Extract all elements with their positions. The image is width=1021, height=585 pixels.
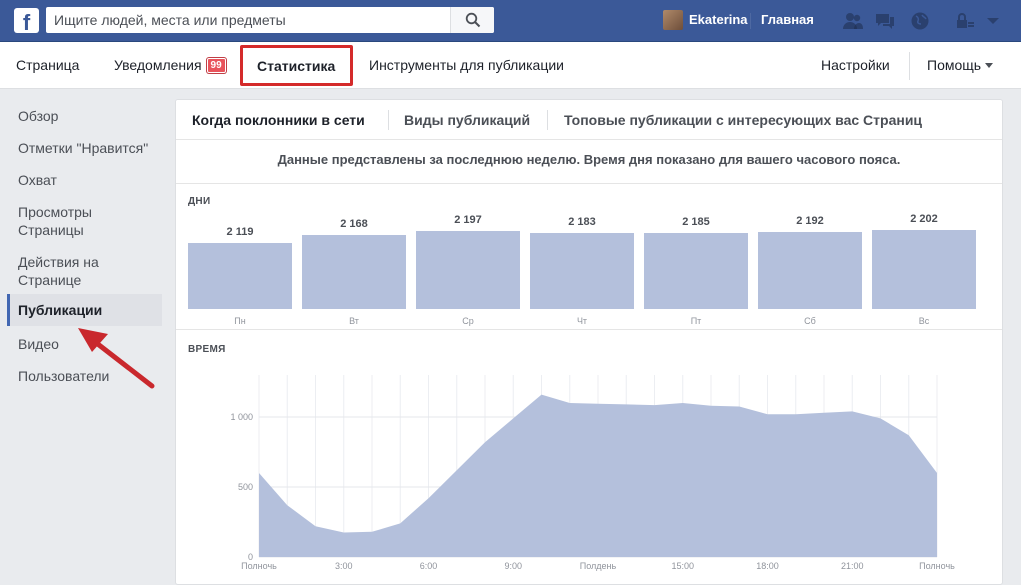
- day-bar[interactable]: [644, 232, 748, 309]
- x-tick-label: 6:00: [420, 561, 438, 571]
- x-tick-label: 3:00: [335, 561, 353, 571]
- chevron-down-icon: [985, 63, 994, 68]
- x-tick-label: Полдень: [580, 561, 617, 571]
- day-tick-label: Пт: [690, 316, 702, 326]
- facebook-logo-icon[interactable]: f: [14, 8, 39, 33]
- settings-link[interactable]: Настройки: [821, 57, 890, 73]
- day-bar-value: 2 119: [226, 226, 254, 239]
- day-bar[interactable]: [302, 235, 406, 309]
- day-tick-label: Чт: [576, 316, 588, 326]
- info-text: Данные представлены за последнюю неделю.…: [277, 152, 901, 167]
- day-tick-label: Сб: [804, 316, 816, 326]
- tab-top-posts[interactable]: Топовые публикации с интересующих вас Ст…: [564, 112, 922, 128]
- search-icon: [465, 12, 481, 28]
- y-tick-label: 500: [238, 482, 253, 492]
- day-bar-value: 2 183: [568, 215, 596, 228]
- sidebar-item-overview[interactable]: Обзор: [18, 107, 168, 125]
- hourly-area-series: [259, 394, 937, 557]
- x-tick-label: 15:00: [671, 561, 694, 571]
- day-bar-value: 2 192: [796, 214, 824, 227]
- sidebar-item-reach[interactable]: Охват: [18, 171, 168, 189]
- help-label: Помощь: [927, 57, 982, 73]
- day-bar[interactable]: [188, 243, 292, 309]
- sidebar-item-likes[interactable]: Отметки "Нравится": [18, 139, 168, 157]
- divider: [750, 13, 751, 29]
- notifications-globe-icon[interactable]: [908, 9, 932, 33]
- tab-when-fans-online[interactable]: Когда поклонники в сети: [192, 112, 365, 128]
- tab-publishing-tools[interactable]: Инструменты для публикации: [369, 57, 564, 73]
- sidebar-item-posts-label: Публикации: [18, 302, 103, 318]
- day-tick-label: Вт: [349, 316, 359, 326]
- notification-count-badge: 99: [206, 58, 226, 73]
- tab-notifications-label: Уведомления: [114, 57, 202, 73]
- days-section-title: ДНИ: [188, 196, 211, 207]
- tab-page[interactable]: Страница: [16, 57, 79, 73]
- day-bar-value: 2 202: [910, 213, 938, 225]
- x-tick-label: 18:00: [756, 561, 779, 571]
- annotation-arrow-icon: [78, 328, 155, 389]
- x-tick-label: 21:00: [841, 561, 864, 571]
- divider: [176, 183, 1002, 184]
- tab-post-types[interactable]: Виды публикаций: [404, 112, 530, 128]
- privacy-lock-icon[interactable]: [952, 9, 976, 33]
- day-tick-label: Пн: [234, 316, 246, 326]
- day-tick-label: Вс: [918, 316, 930, 326]
- divider: [547, 110, 548, 130]
- top-bar: f Ekaterina Главная: [0, 0, 1021, 42]
- tab-statistics[interactable]: Статистика: [240, 45, 353, 86]
- search-button[interactable]: [450, 7, 494, 33]
- insights-tabs: Когда поклонники в сети Виды публикаций …: [176, 100, 1002, 140]
- day-bar-value: 2 185: [682, 215, 710, 228]
- divider: [909, 52, 910, 80]
- divider: [388, 110, 389, 130]
- day-bar[interactable]: [416, 230, 520, 309]
- account-menu-icon[interactable]: [981, 9, 1005, 33]
- search-input[interactable]: [46, 7, 446, 33]
- day-bar[interactable]: [872, 230, 976, 309]
- day-bar[interactable]: [758, 231, 862, 309]
- friends-icon[interactable]: [841, 9, 865, 33]
- day-bar-value: 2 197: [454, 213, 482, 226]
- help-menu[interactable]: Помощь: [927, 57, 994, 73]
- page-nav: Страница Уведомления 99 Статистика Инстру…: [0, 42, 1021, 89]
- avatar[interactable]: [663, 10, 683, 30]
- home-link[interactable]: Главная: [761, 12, 814, 27]
- tab-notifications[interactable]: Уведомления 99: [114, 57, 226, 73]
- x-tick-label: Полночь: [919, 561, 955, 571]
- sidebar-item-page-views[interactable]: Просмотры Страницы: [18, 203, 128, 239]
- user-name-link[interactable]: Ekaterina: [689, 12, 748, 27]
- day-bar-value: 2 168: [340, 218, 368, 231]
- day-tick-label: Ср: [462, 316, 474, 326]
- search-box: [46, 7, 494, 33]
- messages-icon[interactable]: [873, 9, 897, 33]
- x-tick-label: 9:00: [504, 561, 522, 571]
- day-bar[interactable]: [530, 232, 634, 309]
- tab-statistics-label: Статистика: [257, 58, 336, 74]
- time-area-chart: 05001 000Полночь 3:00 6:00 9:00 Полдень 15:00…: [230, 375, 955, 571]
- sidebar-item-page-actions[interactable]: Действия на Странице: [18, 253, 128, 289]
- y-tick-label: 1 000: [230, 412, 253, 422]
- x-tick-label: Полночь: [241, 561, 277, 571]
- insights-panel: Когда поклонники в сети Виды публикаций …: [175, 99, 1003, 585]
